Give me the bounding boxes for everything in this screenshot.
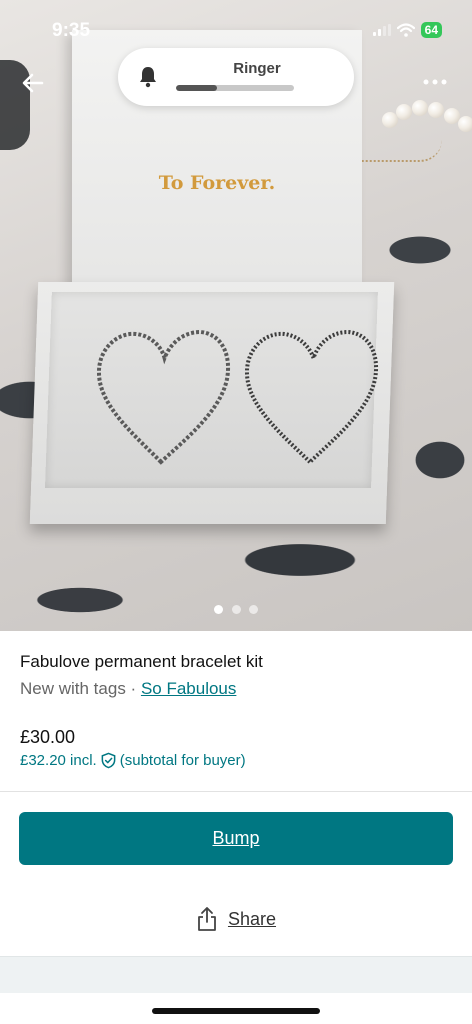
- wifi-icon: [396, 23, 415, 37]
- signal-icon: [372, 24, 391, 36]
- status-icons: 64: [372, 22, 442, 38]
- gift-box-tray: [45, 292, 378, 488]
- brand-link[interactable]: So Fabulous: [141, 679, 236, 698]
- pearl-necklace: [382, 92, 472, 147]
- heart-hoops: [97, 329, 378, 465]
- more-options-icon[interactable]: [420, 70, 450, 94]
- box-lid-text: To Forever.: [158, 172, 276, 194]
- buyer-protection-shield-icon[interactable]: [100, 752, 117, 769]
- pagination-dot-3[interactable]: [248, 605, 258, 614]
- share-label: Share: [227, 908, 277, 929]
- share-button[interactable]: Share: [0, 906, 472, 932]
- footer-band: [0, 956, 472, 993]
- pagination-dot-2[interactable]: [231, 605, 241, 614]
- subtotal-note: (subtotal for buyer): [119, 752, 246, 769]
- buyer-price-info[interactable]: £32.20 incl. (subtotal for buyer): [20, 752, 246, 769]
- back-arrow-icon[interactable]: [18, 68, 48, 98]
- meta-separator: ·: [125, 679, 141, 698]
- price-incl: £32.20 incl.: [20, 752, 97, 769]
- ringer-volume-fill: [176, 85, 218, 91]
- item-title: Fabulove permanent bracelet kit: [20, 652, 263, 671]
- bump-button[interactable]: Bump: [19, 812, 453, 865]
- ringer-volume-hud: Ringer: [118, 48, 354, 106]
- battery-charging-icon: 64: [420, 22, 442, 38]
- photo-pagination-dots[interactable]: [0, 601, 472, 619]
- listing-details: Fabulove permanent bracelet kit New with…: [20, 652, 452, 699]
- home-indicator: [152, 1008, 320, 1014]
- ringer-label: Ringer: [233, 60, 281, 77]
- item-price: £30.00: [20, 727, 76, 747]
- ringer-volume-bar: [176, 85, 294, 91]
- bell-icon: [140, 67, 156, 88]
- item-meta: New with tags · So Fabulous: [20, 679, 452, 699]
- divider: [0, 791, 472, 792]
- share-icon: [198, 907, 216, 931]
- status-time: 9:35: [52, 20, 91, 41]
- gift-box-base: [29, 282, 395, 524]
- item-condition: New with tags: [20, 679, 126, 698]
- pagination-dot-1[interactable]: [214, 605, 224, 614]
